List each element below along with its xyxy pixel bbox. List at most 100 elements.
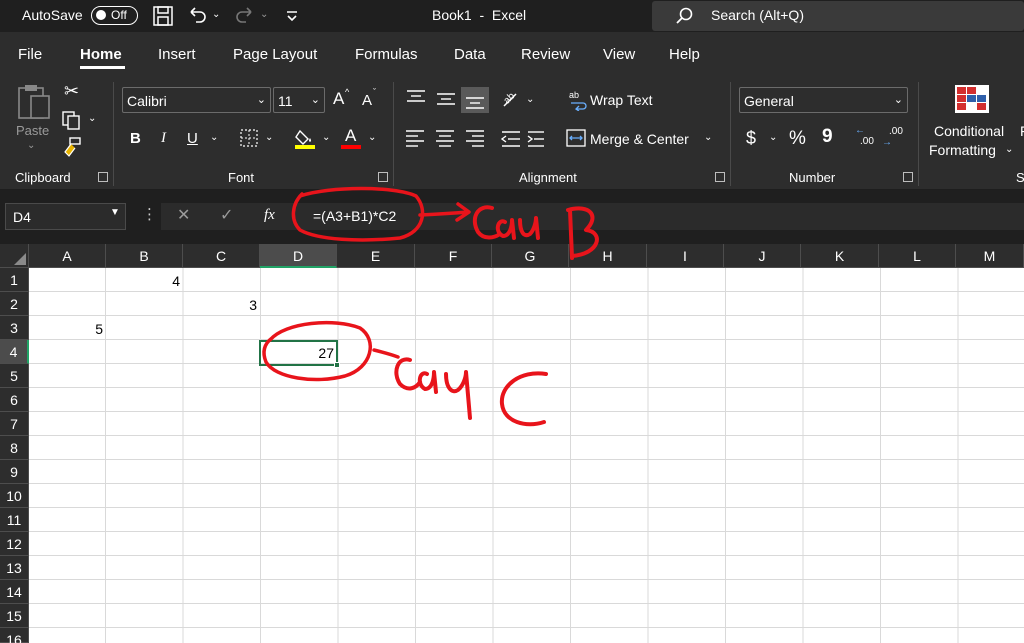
tab-help[interactable]: Help bbox=[669, 46, 700, 63]
redo-icon[interactable] bbox=[232, 4, 256, 28]
save-icon[interactable] bbox=[151, 4, 175, 28]
tab-home[interactable]: Home bbox=[80, 46, 122, 63]
row-header-11[interactable]: 11 bbox=[0, 508, 29, 532]
tab-data[interactable]: Data bbox=[454, 46, 486, 63]
conditional-formatting-line1[interactable]: Conditional bbox=[934, 123, 1004, 139]
comma-style-button[interactable]: 9 bbox=[822, 126, 833, 148]
column-header-d[interactable]: D bbox=[260, 244, 337, 268]
row-header-12[interactable]: 12 bbox=[0, 532, 29, 556]
alignment-launcher-icon[interactable] bbox=[715, 172, 725, 182]
tab-view[interactable]: View bbox=[603, 46, 635, 63]
fill-color-dropdown-icon[interactable]: ⌄ bbox=[322, 133, 330, 143]
tab-insert[interactable]: Insert bbox=[158, 46, 196, 63]
row-header-6[interactable]: 6 bbox=[0, 388, 29, 412]
insert-function-icon[interactable]: fx bbox=[264, 208, 275, 223]
underline-button[interactable]: U bbox=[187, 130, 198, 147]
conditional-formatting-dropdown-icon[interactable]: ⌄ bbox=[1005, 145, 1013, 155]
number-format-dropdown[interactable]: General ⌄ bbox=[739, 87, 908, 113]
paste-label[interactable]: Paste bbox=[16, 123, 49, 138]
column-header-c[interactable]: C bbox=[183, 244, 260, 268]
column-header-f[interactable]: F bbox=[415, 244, 492, 268]
font-color-button[interactable]: A bbox=[345, 126, 356, 146]
cell-grid[interactable] bbox=[29, 268, 1024, 643]
font-launcher-icon[interactable] bbox=[378, 172, 388, 182]
number-launcher-icon[interactable] bbox=[903, 172, 913, 182]
paste-dropdown-icon[interactable]: ⌄ bbox=[27, 141, 35, 151]
borders-dropdown-icon[interactable]: ⌄ bbox=[265, 133, 273, 143]
orientation-icon[interactable]: ab bbox=[500, 88, 524, 112]
row-header-16[interactable]: 16 bbox=[0, 628, 29, 643]
fill-handle[interactable] bbox=[334, 362, 340, 368]
format-painter-icon[interactable] bbox=[61, 136, 83, 158]
row-header-8[interactable]: 8 bbox=[0, 436, 29, 460]
redo-dropdown-icon[interactable]: ⌄ bbox=[260, 10, 268, 20]
copy-icon[interactable] bbox=[61, 110, 83, 130]
column-header-b[interactable]: B bbox=[106, 244, 183, 268]
cut-icon[interactable]: ✂ bbox=[64, 82, 79, 100]
percent-button[interactable]: % bbox=[789, 128, 806, 150]
conditional-formatting-line2[interactable]: Formatting bbox=[929, 142, 996, 158]
underline-dropdown-icon[interactable]: ⌄ bbox=[210, 133, 218, 143]
row-header-14[interactable]: 14 bbox=[0, 580, 29, 604]
merge-center-icon[interactable] bbox=[566, 128, 586, 148]
search-box[interactable]: Search (Alt+Q) bbox=[652, 1, 1024, 31]
column-header-h[interactable]: H bbox=[569, 244, 647, 268]
font-size-dropdown[interactable]: 11 ⌄ bbox=[273, 87, 325, 113]
row-header-15[interactable]: 15 bbox=[0, 604, 29, 628]
orientation-dropdown-icon[interactable]: ⌄ bbox=[526, 95, 534, 105]
cell-b1[interactable]: 4 bbox=[106, 269, 183, 293]
tab-review[interactable]: Review bbox=[521, 46, 570, 63]
column-header-k[interactable]: K bbox=[801, 244, 879, 268]
bold-button[interactable]: B bbox=[130, 130, 141, 147]
row-header-2[interactable]: 2 bbox=[0, 292, 29, 316]
row-header-10[interactable]: 10 bbox=[0, 484, 29, 508]
enter-icon[interactable]: ✓ bbox=[220, 208, 233, 224]
cell-c2[interactable]: 3 bbox=[183, 293, 260, 317]
currency-dropdown-icon[interactable]: ⌄ bbox=[769, 133, 777, 143]
autosave-toggle[interactable]: Off bbox=[91, 6, 138, 25]
column-header-g[interactable]: G bbox=[492, 244, 569, 268]
merge-dropdown-icon[interactable]: ⌄ bbox=[704, 133, 712, 143]
column-header-e[interactable]: E bbox=[337, 244, 415, 268]
increase-decimal-button[interactable]: .00 bbox=[860, 136, 874, 147]
wrap-text-button[interactable]: Wrap Text bbox=[590, 92, 653, 108]
cell-a3[interactable]: 5 bbox=[29, 317, 106, 341]
tab-formulas[interactable]: Formulas bbox=[355, 46, 418, 63]
row-header-9[interactable]: 9 bbox=[0, 460, 29, 484]
shrink-font-button[interactable]: A bbox=[362, 92, 372, 109]
formula-input-area[interactable] bbox=[161, 203, 1024, 230]
column-header-a[interactable]: A bbox=[29, 244, 106, 268]
merge-center-button[interactable]: Merge & Center bbox=[590, 131, 689, 147]
customize-toolbar-icon[interactable] bbox=[280, 4, 304, 28]
row-header-4[interactable]: 4 bbox=[0, 340, 29, 364]
copy-dropdown-icon[interactable]: ⌄ bbox=[88, 114, 96, 124]
conditional-formatting-icon[interactable] bbox=[954, 84, 990, 114]
format-as-table-partial[interactable]: F bbox=[1020, 123, 1024, 139]
fill-color-icon[interactable] bbox=[294, 127, 316, 149]
cancel-icon[interactable]: ✕ bbox=[177, 208, 190, 224]
font-color-dropdown-icon[interactable]: ⌄ bbox=[368, 133, 376, 143]
column-header-i[interactable]: I bbox=[647, 244, 724, 268]
column-header-m[interactable]: M bbox=[956, 244, 1024, 268]
clipboard-launcher-icon[interactable] bbox=[98, 172, 108, 182]
more-options-icon[interactable]: ⋮ bbox=[142, 207, 157, 222]
undo-icon[interactable] bbox=[186, 4, 210, 28]
column-header-l[interactable]: L bbox=[879, 244, 956, 268]
borders-icon[interactable] bbox=[239, 128, 259, 148]
paste-icon[interactable] bbox=[15, 82, 53, 122]
row-header-13[interactable]: 13 bbox=[0, 556, 29, 580]
wrap-text-icon[interactable]: ab bbox=[569, 89, 589, 111]
italic-button[interactable]: I bbox=[161, 130, 166, 147]
tab-file[interactable]: File bbox=[18, 46, 42, 63]
name-box[interactable]: D4 ▼ bbox=[5, 203, 126, 230]
column-header-j[interactable]: J bbox=[724, 244, 801, 268]
font-name-dropdown[interactable]: Calibri ⌄ bbox=[122, 87, 271, 113]
grow-font-button[interactable]: A bbox=[333, 89, 344, 109]
undo-dropdown-icon[interactable]: ⌄ bbox=[212, 10, 220, 20]
row-header-1[interactable]: 1 bbox=[0, 268, 29, 292]
row-header-5[interactable]: 5 bbox=[0, 364, 29, 388]
tab-page-layout[interactable]: Page Layout bbox=[233, 46, 317, 63]
row-header-3[interactable]: 3 bbox=[0, 316, 29, 340]
row-header-7[interactable]: 7 bbox=[0, 412, 29, 436]
decrease-decimal-button[interactable]: .00 bbox=[889, 126, 903, 137]
